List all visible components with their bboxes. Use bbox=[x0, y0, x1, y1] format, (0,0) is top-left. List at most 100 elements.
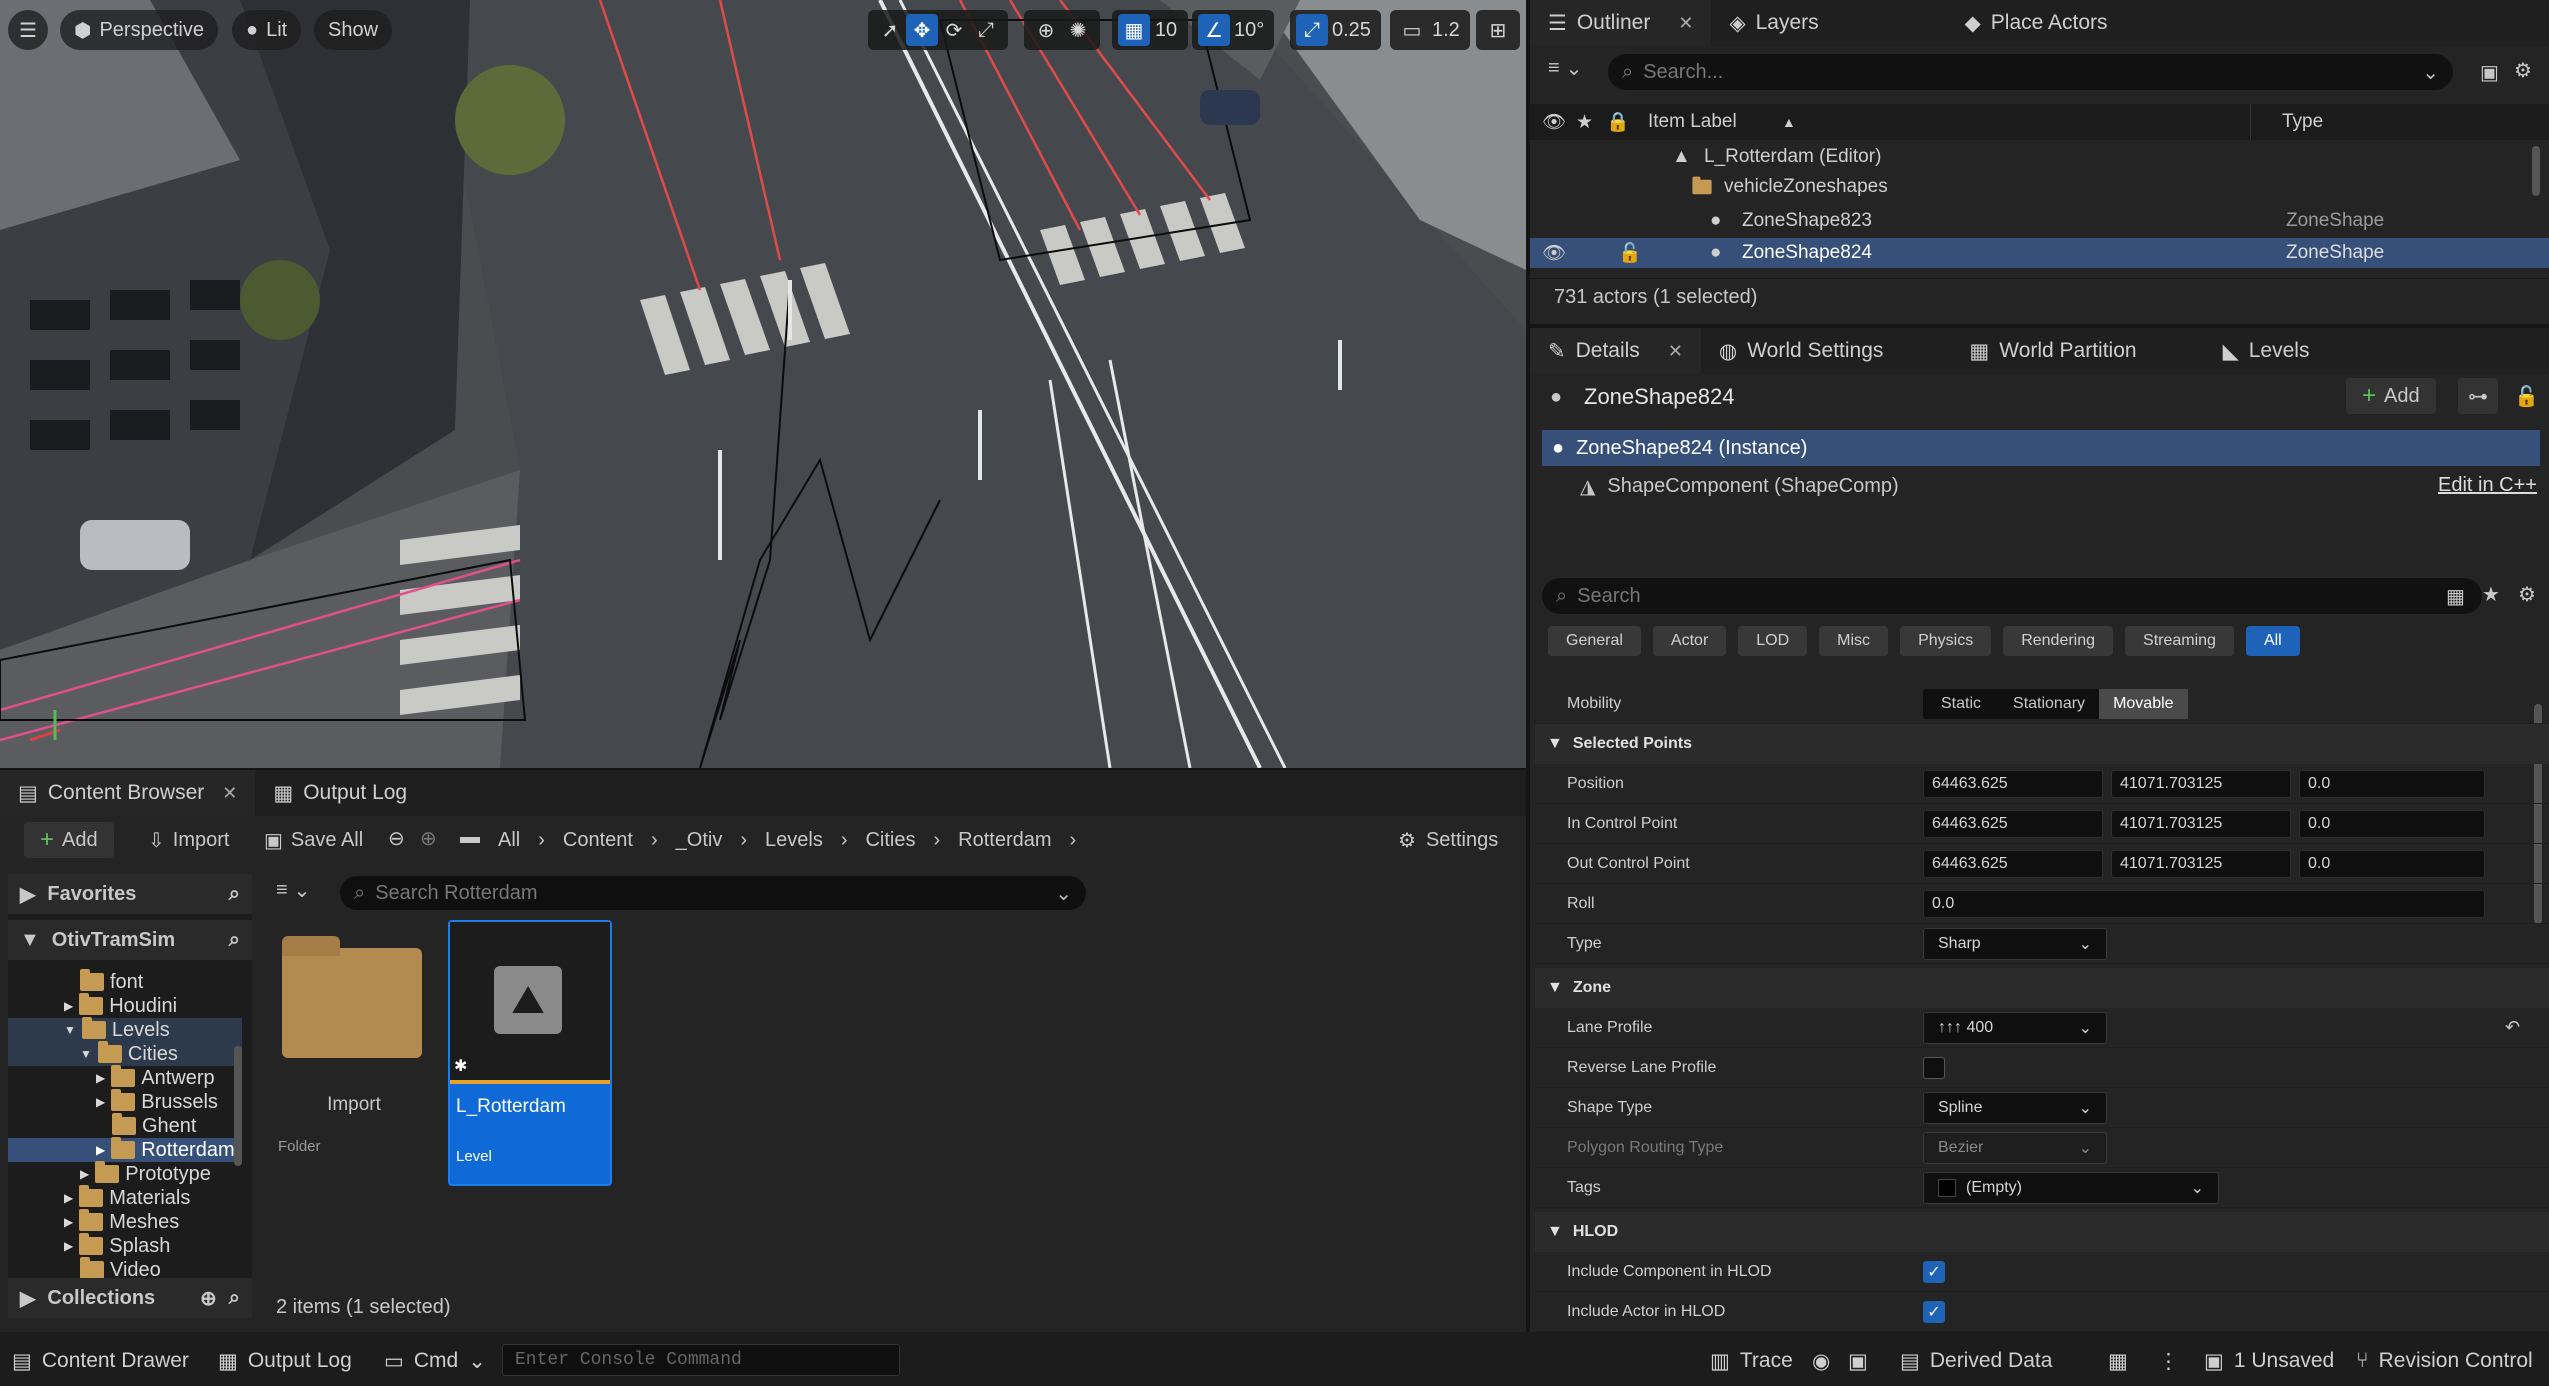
in-cp-y-field[interactable]: 41071.703125 bbox=[2111, 809, 2291, 838]
asset-search-input[interactable]: ⌕ Search Rotterdam ⌄ bbox=[340, 876, 1086, 910]
breadcrumb-item[interactable]: Rotterdam bbox=[958, 829, 1051, 852]
tab-content-browser[interactable]: ▤ Content Browser ✕ bbox=[0, 770, 256, 816]
back-icon[interactable]: ⊖ bbox=[388, 826, 405, 851]
folder-item[interactable]: ▶ Antwerp bbox=[96, 1065, 215, 1090]
folder-item[interactable]: ▶ Houdini bbox=[64, 993, 177, 1018]
category-streaming[interactable]: Streaming bbox=[2125, 626, 2234, 656]
output-log-button[interactable]: ▦ Output Log bbox=[218, 1336, 352, 1386]
outliner-search-input[interactable]: ⌕ Search... ⌄ bbox=[1608, 54, 2453, 90]
surface-snap-icon[interactable]: ✺ bbox=[1062, 14, 1094, 46]
content-drawer-button[interactable]: ▤ Content Drawer bbox=[12, 1336, 189, 1386]
viewport-menu-button[interactable]: ☰ bbox=[8, 10, 48, 50]
tab-levels[interactable]: ◣ Levels bbox=[2205, 328, 2328, 374]
tree-row[interactable]: ● ZoneShape823 ZoneShape bbox=[1530, 206, 2549, 236]
position-x-field[interactable]: 64463.625 bbox=[1923, 769, 2103, 798]
reset-icon[interactable]: ↶ bbox=[2505, 1017, 2520, 1038]
asset-tile-folder[interactable]: Import Folder bbox=[274, 922, 434, 1184]
star-icon[interactable]: ★ bbox=[1576, 111, 1593, 134]
favorites-header[interactable]: ▶ Favorites ⌕ bbox=[8, 874, 252, 914]
tab-layers[interactable]: ◈ Layers bbox=[1711, 0, 1836, 46]
project-header[interactable]: ▼ OtivTramSim ⌕ bbox=[8, 920, 252, 960]
move-tool-icon[interactable]: ✥ bbox=[906, 14, 938, 46]
folder-item[interactable]: Ghent bbox=[112, 1113, 196, 1138]
outliner-filter-button[interactable]: ≡ ⌄ bbox=[1548, 56, 1582, 81]
close-icon[interactable]: ✕ bbox=[1678, 13, 1693, 34]
out-cp-z-field[interactable]: 0.0 bbox=[2299, 849, 2485, 878]
include-component-checkbox[interactable]: ✓ bbox=[1923, 1260, 1945, 1283]
settings-button[interactable]: ⚙ Settings bbox=[1398, 822, 1498, 858]
console-input[interactable]: Enter Console Command bbox=[502, 1344, 900, 1376]
folder-item[interactable]: ▶ Meshes bbox=[64, 1209, 179, 1234]
type-dropdown[interactable]: Sharp ⌄ bbox=[1923, 927, 2107, 960]
add-button[interactable]: + Add bbox=[24, 822, 114, 858]
network-icon[interactable]: ▦ bbox=[2108, 1336, 2128, 1386]
category-all[interactable]: All bbox=[2245, 626, 2300, 656]
tab-output-log[interactable]: ▦ Output Log bbox=[255, 770, 425, 816]
record-icon[interactable]: ◉ bbox=[1812, 1336, 1830, 1386]
trace-button[interactable]: ▥ Trace bbox=[1710, 1336, 1793, 1386]
folder-item[interactable]: ▶ Prototype bbox=[80, 1161, 211, 1186]
more-icon[interactable]: ⋮ bbox=[2158, 1336, 2179, 1386]
out-cp-y-field[interactable]: 41071.703125 bbox=[2111, 849, 2291, 878]
folder-item[interactable]: ▶ Splash bbox=[64, 1233, 170, 1258]
tab-world-partition[interactable]: ▦ World Partition bbox=[1951, 328, 2154, 374]
layout-icon[interactable]: ⊞ bbox=[1482, 14, 1514, 46]
section-hlod[interactable]: ▼ HLOD bbox=[1535, 1212, 2549, 1252]
category-rendering[interactable]: Rendering bbox=[2003, 626, 2114, 656]
collections-header[interactable]: ▶ Collections ⊕ ⌕ bbox=[8, 1278, 252, 1318]
level-viewport[interactable]: ☰ ⬢ Perspective ● Lit Show ➚ ✥ ⟳ ⤢ ⊕ ✺ ▦… bbox=[0, 0, 1526, 768]
folder-icon[interactable]: ▬ bbox=[460, 826, 480, 849]
grid-snap-value[interactable]: 10 bbox=[1150, 14, 1182, 46]
position-z-field[interactable]: 0.0 bbox=[2299, 769, 2485, 798]
breadcrumb-item[interactable]: Content bbox=[563, 829, 633, 852]
details-search-input[interactable]: ⌕ Search bbox=[1542, 578, 2482, 614]
breadcrumb-item[interactable]: Levels bbox=[765, 829, 823, 852]
in-cp-z-field[interactable]: 0.0 bbox=[2299, 809, 2485, 838]
eye-icon[interactable]: 👁 bbox=[1542, 241, 1566, 265]
component-row[interactable]: ◮ ShapeComponent (ShapeComp) bbox=[1580, 468, 1899, 504]
perspective-button[interactable]: ⬢ Perspective bbox=[60, 10, 218, 50]
section-zone[interactable]: ▼ Zone bbox=[1535, 968, 2549, 1008]
category-actor[interactable]: Actor bbox=[1652, 626, 1727, 656]
folder-item[interactable]: ▼ Levels bbox=[8, 1017, 242, 1042]
rotation-snap-icon[interactable]: ∠ bbox=[1198, 14, 1230, 46]
close-icon[interactable]: ✕ bbox=[222, 783, 237, 804]
star-icon[interactable]: ★ bbox=[2482, 582, 2500, 607]
outliner-scrollbar[interactable] bbox=[2532, 146, 2540, 196]
revision-control-button[interactable]: ⑂ Revision Control bbox=[2356, 1336, 2533, 1386]
rotate-tool-icon[interactable]: ⟳ bbox=[938, 14, 970, 46]
reverse-lane-checkbox[interactable] bbox=[1923, 1056, 1945, 1079]
tree-row-selected[interactable]: 👁 🔓 ● ZoneShape824 ZoneShape bbox=[1530, 238, 2549, 268]
lock-icon[interactable]: 🔒 bbox=[1606, 110, 1630, 134]
tags-dropdown[interactable]: (Empty) ⌄ bbox=[1923, 1171, 2219, 1204]
tab-outliner[interactable]: ☰ Outliner ✕ bbox=[1530, 0, 1712, 46]
search-icon[interactable]: ⌕ bbox=[229, 929, 240, 952]
in-cp-x-field[interactable]: 64463.625 bbox=[1923, 809, 2103, 838]
lit-button[interactable]: ● Lit bbox=[232, 10, 302, 50]
cmd-button[interactable]: ▭ Cmd ⌄ bbox=[384, 1336, 486, 1386]
scale-snap-value[interactable]: 0.25 bbox=[1328, 14, 1375, 46]
rotation-snap[interactable]: ∠ 10° bbox=[1192, 10, 1275, 50]
add-collection-icon[interactable]: ⊕ bbox=[200, 1286, 217, 1311]
position-y-field[interactable]: 41071.703125 bbox=[2111, 769, 2291, 798]
screenshot-icon[interactable]: ▣ bbox=[1848, 1336, 1868, 1386]
asset-filter-button[interactable]: ≡ ⌄ bbox=[276, 878, 310, 903]
blueprint-icon[interactable]: ⊶ bbox=[2458, 378, 2498, 414]
actor-name[interactable]: ZoneShape824 bbox=[1584, 384, 1734, 410]
breadcrumb-item[interactable]: Cities bbox=[865, 829, 915, 852]
out-cp-x-field[interactable]: 64463.625 bbox=[1923, 849, 2103, 878]
close-icon[interactable]: ✕ bbox=[1668, 341, 1683, 362]
camera-icon[interactable]: ▭ bbox=[1396, 14, 1428, 46]
roll-field[interactable]: 0.0 bbox=[1923, 889, 2485, 918]
gear-icon[interactable]: ⚙ bbox=[2514, 58, 2532, 83]
folder-item[interactable]: font bbox=[80, 969, 143, 994]
tab-world-settings[interactable]: ◍ World Settings bbox=[1701, 328, 1902, 374]
save-all-button[interactable]: ▣ Save All bbox=[264, 822, 363, 858]
import-button[interactable]: ⇩ Import bbox=[148, 822, 229, 858]
search-icon[interactable]: ⌕ bbox=[229, 883, 240, 906]
category-lod[interactable]: LOD bbox=[1738, 626, 1808, 656]
column-type[interactable]: Type bbox=[2282, 111, 2323, 133]
derived-data-button[interactable]: ▤ Derived Data bbox=[1900, 1336, 2052, 1386]
category-general[interactable]: General bbox=[1548, 626, 1641, 656]
new-folder-icon[interactable]: ▣ bbox=[2480, 60, 2499, 85]
